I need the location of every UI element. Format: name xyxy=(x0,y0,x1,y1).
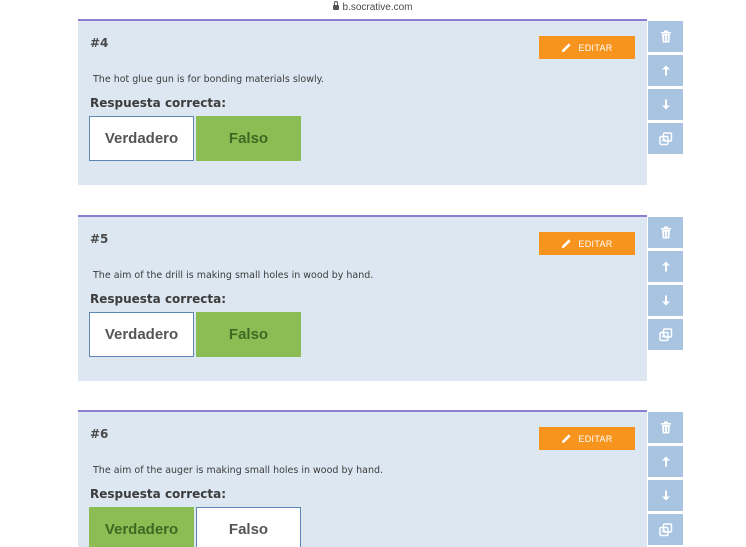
correct-answer-label: Respuesta correcta: xyxy=(90,292,227,306)
question-card: #5 EDITAR The aim of the drill is making… xyxy=(78,215,647,381)
move-up-button[interactable] xyxy=(648,251,683,282)
edit-button-label: EDITAR xyxy=(578,433,613,444)
edit-button[interactable]: EDITAR xyxy=(539,427,635,450)
question-text: The hot glue gun is for bonding material… xyxy=(93,74,324,85)
question-text: The aim of the auger is making small hol… xyxy=(93,465,384,476)
edit-button[interactable]: EDITAR xyxy=(539,36,635,59)
arrow-up-icon xyxy=(661,456,671,467)
question-text: The aim of the drill is making small hol… xyxy=(93,270,374,281)
question-number: #6 xyxy=(90,427,109,441)
false-option[interactable]: Falso xyxy=(196,116,301,161)
arrow-up-icon xyxy=(661,65,671,76)
edit-button-label: EDITAR xyxy=(578,238,613,249)
delete-button[interactable] xyxy=(648,412,683,443)
trash-icon xyxy=(660,421,672,434)
trash-icon xyxy=(660,30,672,43)
move-down-button[interactable] xyxy=(648,89,683,120)
move-down-button[interactable] xyxy=(648,285,683,316)
duplicate-button[interactable] xyxy=(648,514,683,545)
question-card: #6 EDITAR The aim of the auger is making… xyxy=(78,410,647,547)
delete-button[interactable] xyxy=(648,21,683,52)
question-card: #4 EDITAR The hot glue gun is for bondin… xyxy=(78,19,647,185)
pencil-icon xyxy=(561,42,572,53)
duplicate-icon xyxy=(658,522,673,537)
lock-icon xyxy=(333,1,340,10)
browser-url-bar[interactable]: b.socrative.com xyxy=(0,0,746,18)
question-actions xyxy=(648,21,683,157)
move-up-button[interactable] xyxy=(648,446,683,477)
true-option[interactable]: Verdadero xyxy=(89,312,194,357)
url-text: b.socrative.com xyxy=(342,2,413,13)
arrow-down-icon xyxy=(661,490,671,501)
arrow-down-icon xyxy=(661,99,671,110)
arrow-down-icon xyxy=(661,295,671,306)
pencil-icon xyxy=(561,238,572,249)
trash-icon xyxy=(660,226,672,239)
false-option[interactable]: Falso xyxy=(196,507,301,547)
question-number: #5 xyxy=(90,232,109,246)
question-actions xyxy=(648,412,683,547)
move-down-button[interactable] xyxy=(648,480,683,511)
move-up-button[interactable] xyxy=(648,55,683,86)
question-actions xyxy=(648,217,683,353)
duplicate-icon xyxy=(658,327,673,342)
duplicate-button[interactable] xyxy=(648,123,683,154)
duplicate-button[interactable] xyxy=(648,319,683,350)
false-option[interactable]: Falso xyxy=(196,312,301,357)
true-option[interactable]: Verdadero xyxy=(89,507,194,547)
correct-answer-label: Respuesta correcta: xyxy=(90,487,227,501)
delete-button[interactable] xyxy=(648,217,683,248)
edit-button-label: EDITAR xyxy=(578,42,613,53)
duplicate-icon xyxy=(658,131,673,146)
edit-button[interactable]: EDITAR xyxy=(539,232,635,255)
arrow-up-icon xyxy=(661,261,671,272)
true-option[interactable]: Verdadero xyxy=(89,116,194,161)
correct-answer-label: Respuesta correcta: xyxy=(90,96,227,110)
question-number: #4 xyxy=(90,36,109,50)
pencil-icon xyxy=(561,433,572,444)
